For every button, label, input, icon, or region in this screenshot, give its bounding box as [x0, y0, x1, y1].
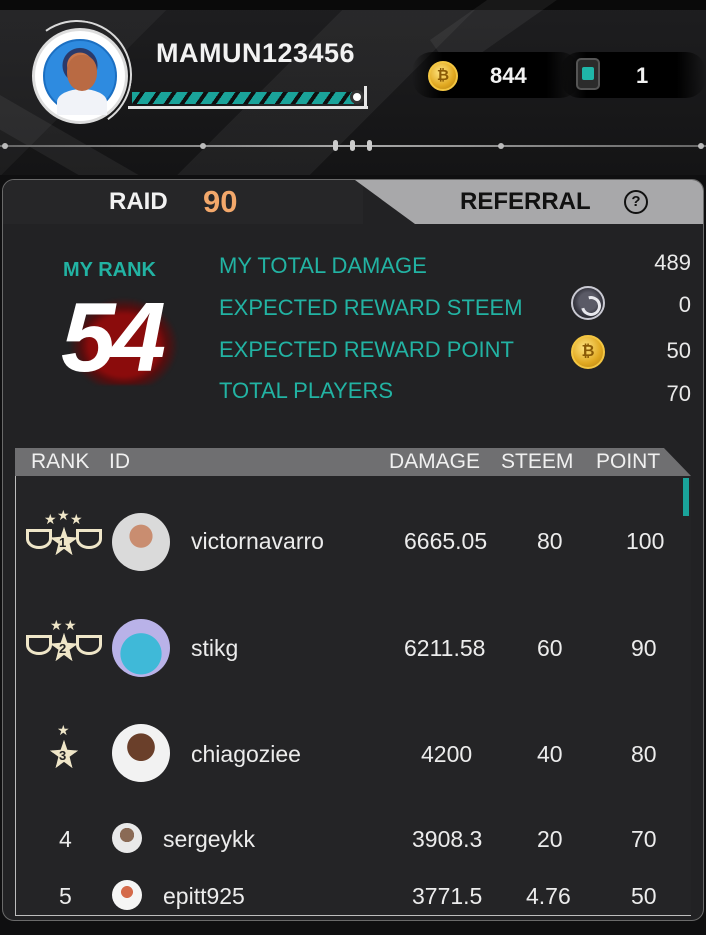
my-rank-label: MY RANK [63, 259, 156, 281]
user-avatar[interactable] [112, 724, 170, 782]
raid-tab-label[interactable]: RAID [109, 188, 168, 216]
rank-number: 4 [59, 826, 72, 852]
star-icon: ★ [44, 511, 57, 527]
item-count: 1 [636, 63, 649, 88]
divider-dot [498, 143, 504, 149]
damage: 3908.3 [412, 826, 483, 852]
rank-number: 5 [59, 883, 72, 909]
reward-point-label: EXPECTED REWARD POINT [219, 337, 514, 362]
steem: 80 [537, 528, 563, 554]
ranking-table[interactable]: ★ ★ ★ 1 victornavarro 6665.05 80 100 ★ ★ [15, 476, 691, 916]
point: 90 [631, 635, 657, 661]
divider-dot [200, 143, 206, 149]
table-row[interactable]: ★ ★ 2 stikg 6211.58 60 90 [16, 607, 692, 687]
total-players-label: TOTAL PLAYERS [219, 378, 394, 403]
avatar-face [67, 55, 97, 91]
table-scrollbar[interactable] [683, 478, 689, 516]
header-point[interactable]: POINT [596, 450, 660, 474]
top-strip [0, 0, 706, 10]
point-coin-icon: ₿ [571, 335, 605, 369]
damage: 6665.05 [404, 528, 488, 554]
referral-tab-label[interactable]: REFERRAL [460, 188, 591, 216]
raid-number: 90 [203, 184, 238, 219]
star-icon: ★ [64, 617, 77, 633]
wing-right [76, 635, 102, 655]
rank-badge-icon: ★ ★ 2 [26, 617, 102, 677]
divider-pill [333, 140, 338, 151]
total-players-value: 70 [666, 381, 691, 406]
tab-raid[interactable] [3, 180, 363, 224]
header-damage[interactable]: DAMAGE [389, 450, 480, 474]
damage: 6211.58 [404, 635, 486, 661]
star-icon: ★ [57, 507, 70, 523]
user-avatar[interactable] [112, 880, 142, 910]
user-id[interactable]: sergeykk [163, 826, 255, 853]
avatar-shirt [57, 89, 107, 115]
star-icon: ★ [70, 511, 83, 527]
table-row[interactable]: ★ ★ ★ 1 victornavarro 6665.05 80 100 [16, 501, 692, 581]
xp-knob [350, 90, 364, 104]
damage: 4200 [421, 741, 473, 767]
profile-avatar[interactable] [32, 28, 128, 124]
profile-header: MAMUN123456 ₿ 844 1 [0, 0, 706, 175]
rank-badge-icon: ★ ★ ★ 1 [26, 507, 102, 571]
table-row[interactable]: ★ 3 chiagoziee 4200 40 80 [16, 714, 692, 794]
header-id[interactable]: ID [109, 450, 130, 474]
star-icon: ★ [57, 722, 70, 738]
header-steem[interactable]: STEEM [501, 450, 573, 474]
xp-endcap [364, 86, 367, 109]
xp-underline [128, 106, 368, 109]
star-icon: ★ [50, 617, 63, 633]
user-avatar[interactable] [112, 513, 170, 571]
steem-icon [571, 286, 605, 320]
coin-count: 844 [490, 63, 527, 88]
user-id[interactable]: stikg [191, 635, 238, 662]
xp-progress-bar [128, 86, 373, 112]
damage: 3771.5 [412, 883, 483, 909]
rank-number: 1 [59, 535, 67, 550]
user-avatar[interactable] [112, 619, 170, 677]
table-header: RANK ID DAMAGE STEEM POINT [15, 448, 691, 476]
raid-panel: RAID 90 REFERRAL ? MY RANK 54 MY TOTAL D… [2, 179, 704, 921]
steem: 60 [537, 635, 563, 661]
help-icon[interactable]: ? [624, 190, 648, 214]
rank-badge-icon: ★ 3 [26, 722, 102, 784]
coin-icon: ₿ [428, 61, 458, 91]
my-rank-number: 54 [61, 282, 166, 392]
user-avatar[interactable] [112, 823, 142, 853]
divider-dot [698, 143, 704, 149]
username: MAMUN123456 [156, 38, 356, 68]
total-damage-label: MY TOTAL DAMAGE [219, 253, 427, 278]
header-rank[interactable]: RANK [31, 450, 89, 474]
point: 100 [626, 528, 665, 554]
steem: 4.76 [526, 883, 571, 909]
reward-point-value: 50 [666, 338, 691, 363]
divider-pill [367, 140, 372, 151]
steem: 20 [537, 826, 563, 852]
table-row[interactable]: 5 epitt925 3771.5 4.76 50 [16, 863, 692, 920]
rank-number: 2 [59, 641, 67, 656]
user-id[interactable]: epitt925 [163, 883, 245, 910]
user-id[interactable]: chiagoziee [191, 741, 301, 768]
wing-left [26, 529, 52, 549]
user-id[interactable]: victornavarro [191, 528, 324, 555]
xp-fill [132, 92, 354, 104]
table-row[interactable]: 4 sergeykk 3908.3 20 70 [16, 801, 692, 861]
wing-left [26, 635, 52, 655]
steem: 40 [537, 741, 563, 767]
point: 70 [631, 826, 657, 852]
gadget-icon [576, 58, 600, 90]
avatar-image [43, 39, 117, 115]
divider-pill [350, 140, 355, 151]
reward-steem-label: EXPECTED REWARD STEEM [219, 295, 523, 320]
point: 80 [631, 741, 657, 767]
rank-number: 3 [59, 748, 67, 763]
divider-dot [2, 143, 8, 149]
total-damage-value: 489 [654, 250, 691, 275]
wing-right [76, 529, 102, 549]
reward-steem-value: 0 [678, 292, 691, 317]
point: 50 [631, 883, 657, 909]
